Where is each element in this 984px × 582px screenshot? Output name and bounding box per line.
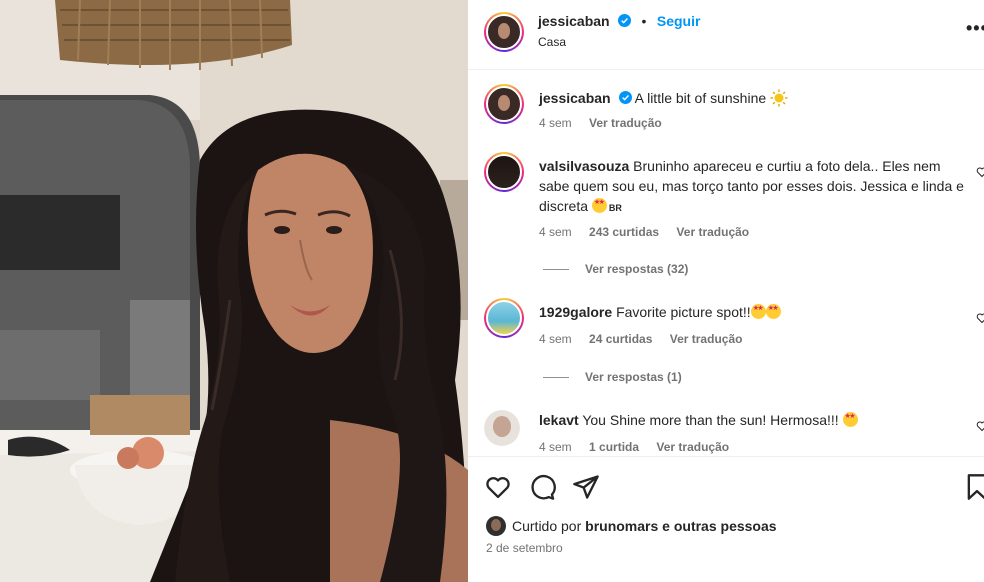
comment-heart-icon[interactable] bbox=[976, 420, 984, 432]
caption-body: A little bit of sunshine bbox=[634, 90, 767, 106]
replies-divider bbox=[543, 269, 569, 271]
comment-avatar[interactable] bbox=[484, 298, 524, 338]
comment-flag-label: BR bbox=[608, 203, 622, 213]
comment-time[interactable]: 4 sem bbox=[539, 440, 572, 454]
verified-icon bbox=[618, 91, 632, 104]
post-panel: jessicaban • Seguir Casa ••• jessicaban … bbox=[468, 0, 984, 582]
comment-text: lekavt You Shine more than the sun! Herm… bbox=[539, 410, 969, 430]
comment-heart-icon[interactable] bbox=[976, 166, 984, 178]
caption-meta: 4 sem Ver tradução bbox=[539, 116, 676, 130]
more-icon[interactable]: ••• bbox=[966, 18, 984, 39]
liked-by-prefix: Curtido por bbox=[512, 518, 582, 534]
comment-username[interactable]: 1929galore bbox=[539, 304, 612, 320]
post-actions: Curtido por brunomars e outras pessoas 2… bbox=[468, 456, 984, 582]
caption-avatar[interactable] bbox=[484, 84, 524, 124]
view-replies-button[interactable]: Ver respostas (32) bbox=[543, 262, 688, 276]
comment-text: 1929galore Favorite picture spot!! bbox=[539, 302, 969, 322]
comment-username[interactable]: lekavt bbox=[539, 412, 579, 428]
heart-icon[interactable] bbox=[484, 473, 512, 501]
view-replies-label: Ver respostas (1) bbox=[585, 370, 682, 384]
comment-time[interactable]: 4 sem bbox=[539, 332, 572, 346]
post-header: jessicaban • Seguir Casa ••• bbox=[468, 0, 984, 70]
verified-icon bbox=[618, 14, 632, 27]
comment-heart-icon[interactable] bbox=[976, 312, 984, 324]
liked-by-avatar[interactable] bbox=[486, 516, 506, 536]
bookmark-icon[interactable] bbox=[966, 473, 984, 501]
comment-translate-link[interactable]: Ver tradução bbox=[676, 225, 749, 239]
comment-body: Favorite picture spot!! bbox=[616, 304, 751, 320]
comment-time[interactable]: 4 sem bbox=[539, 225, 572, 239]
comment-likes[interactable]: 24 curtidas bbox=[589, 332, 652, 346]
post-location[interactable]: Casa bbox=[538, 35, 566, 49]
comment-translate-link[interactable]: Ver tradução bbox=[656, 440, 729, 454]
view-replies-button[interactable]: Ver respostas (1) bbox=[543, 370, 682, 384]
view-replies-label: Ver respostas (32) bbox=[585, 262, 689, 276]
caption-username[interactable]: jessicaban bbox=[539, 90, 611, 106]
follow-button[interactable]: Seguir bbox=[657, 13, 701, 29]
comment-likes[interactable]: 1 curtida bbox=[589, 440, 639, 454]
comment-meta: 4 sem 24 curtidas Ver tradução bbox=[539, 332, 756, 346]
star-eyes-emoji-icon bbox=[842, 412, 858, 427]
author-row: jessicaban • Seguir bbox=[538, 13, 700, 31]
comment-icon[interactable] bbox=[528, 473, 556, 501]
comment-meta: 4 sem 243 curtidas Ver tradução bbox=[539, 225, 763, 239]
comment-body: You Shine more than the sun! Hermosa!!! bbox=[582, 412, 839, 428]
share-icon[interactable] bbox=[572, 473, 600, 501]
comment-meta: 4 sem 1 curtida Ver tradução bbox=[539, 440, 743, 454]
star-eyes-emoji-icon bbox=[591, 198, 607, 213]
star-eyes-emoji-icon bbox=[750, 304, 766, 319]
comment-likes[interactable]: 243 curtidas bbox=[589, 225, 659, 239]
post-photo[interactable] bbox=[0, 0, 468, 582]
liked-by-others[interactable]: e outras pessoas bbox=[662, 518, 776, 534]
post-date[interactable]: 2 de setembro bbox=[486, 541, 563, 555]
comment-avatar[interactable] bbox=[484, 410, 520, 446]
author-username[interactable]: jessicaban bbox=[538, 13, 610, 29]
star-eyes-emoji-icon bbox=[765, 304, 781, 319]
caption-time[interactable]: 4 sem bbox=[539, 116, 572, 130]
liked-by-username[interactable]: brunomars bbox=[585, 518, 658, 534]
liked-by: Curtido por brunomars e outras pessoas bbox=[486, 516, 777, 536]
post-photo-image bbox=[0, 0, 468, 582]
caption-translate-link[interactable]: Ver tradução bbox=[589, 116, 662, 130]
replies-divider bbox=[543, 377, 569, 379]
author-avatar[interactable] bbox=[484, 12, 524, 52]
sun-emoji-icon bbox=[770, 89, 788, 107]
caption-text: jessicaban A little bit of sunshine bbox=[539, 88, 969, 108]
comment-translate-link[interactable]: Ver tradução bbox=[670, 332, 743, 346]
comment-avatar[interactable] bbox=[484, 152, 524, 192]
separator-dot: • bbox=[641, 13, 647, 29]
comment-text: valsilvasouza Bruninho apareceu e curtiu… bbox=[539, 156, 969, 218]
comment-username[interactable]: valsilvasouza bbox=[539, 158, 629, 174]
